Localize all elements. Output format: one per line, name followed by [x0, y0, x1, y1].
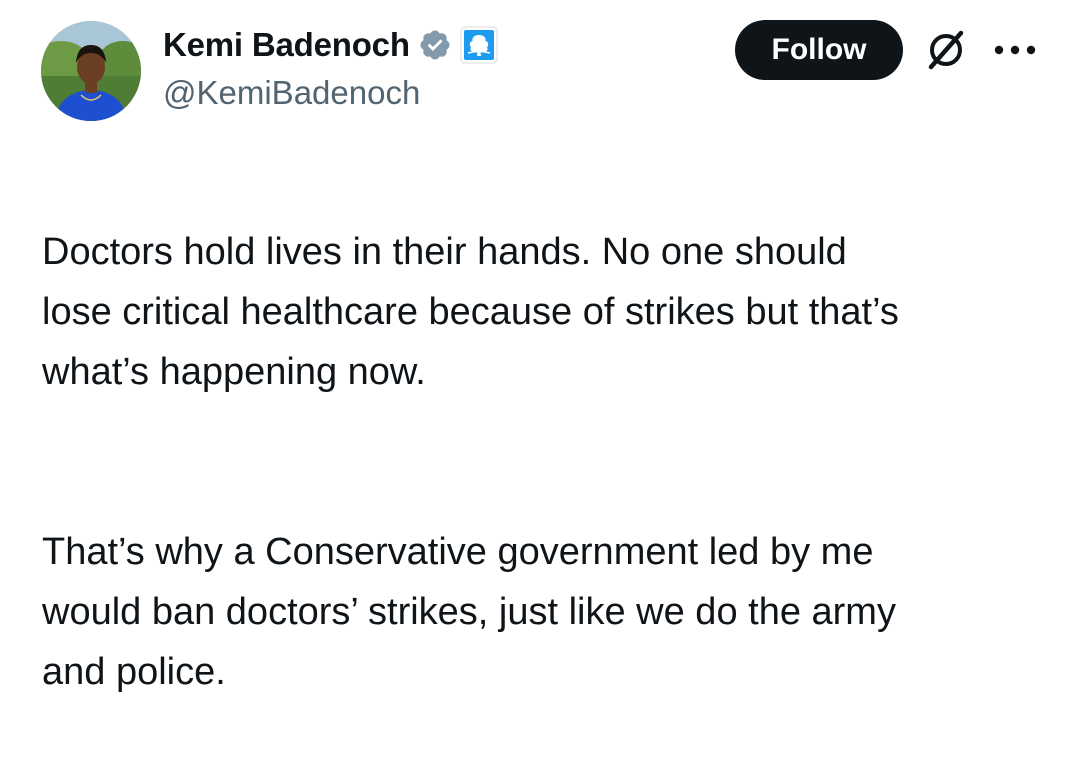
conservative-party-tree-icon[interactable]	[460, 26, 498, 64]
author-display-name[interactable]: Kemi Badenoch	[163, 26, 410, 64]
tweet-text: Doctors hold lives in their hands. No on…	[42, 162, 1052, 762]
grok-icon[interactable]	[924, 28, 968, 72]
tweet-paragraph-2: That’s why a Conservative government led…	[42, 531, 896, 693]
author-name-row: Kemi Badenoch	[163, 22, 498, 68]
author-handle[interactable]: @KemiBadenoch	[163, 74, 420, 112]
avatar[interactable]	[41, 21, 141, 121]
verified-badge-icon[interactable]	[418, 28, 452, 62]
more-options-icon[interactable]	[990, 30, 1040, 70]
tweet-card: Kemi Badenoch @KemiBadenoch Follow Docto…	[0, 0, 1079, 693]
follow-button[interactable]: Follow	[735, 20, 903, 80]
tweet-paragraph-1: Doctors hold lives in their hands. No on…	[42, 231, 899, 393]
